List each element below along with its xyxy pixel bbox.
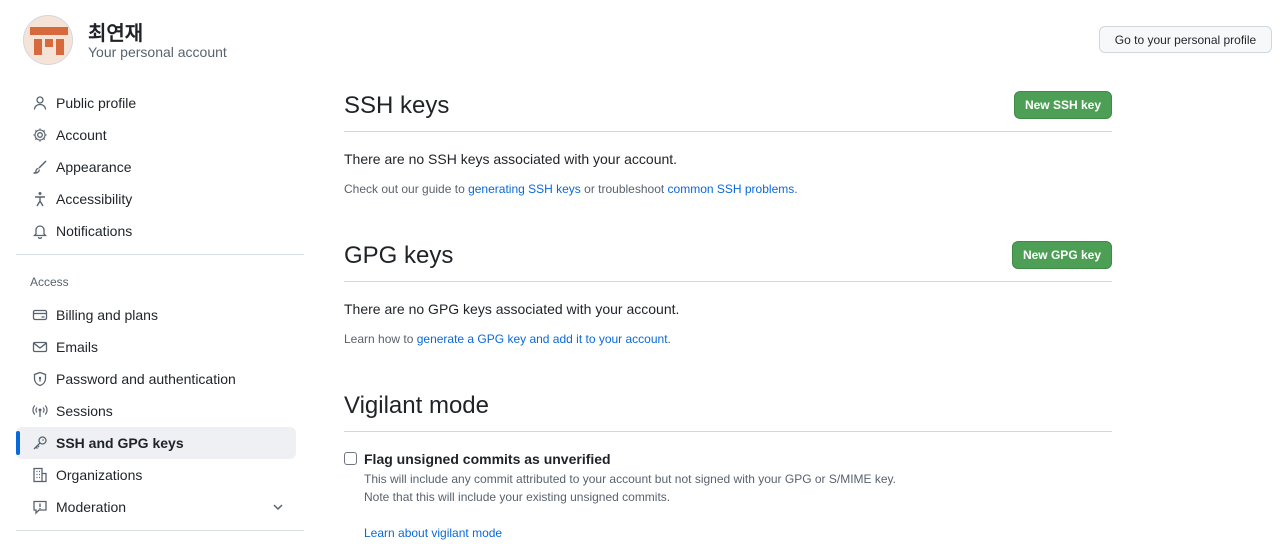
vigilant-note-line-1: This will include any commit attributed … <box>364 472 897 486</box>
person-icon <box>32 95 48 111</box>
sidebar-item-label: Emails <box>56 339 99 355</box>
vigilant-mode-heading: Vigilant mode <box>344 392 489 419</box>
gpg-keys-heading: GPG keys <box>344 242 454 269</box>
ssh-help-middle: or troubleshoot <box>580 182 668 196</box>
sidebar-divider <box>16 530 304 531</box>
gpg-help-suffix: . <box>667 332 671 346</box>
sidebar-item-label: Notifications <box>56 223 133 239</box>
avatar-identicon <box>24 16 72 64</box>
sidebar-item-label: Appearance <box>56 159 132 175</box>
sidebar-item-appearance[interactable]: Appearance <box>16 151 296 183</box>
key-icon <box>32 435 48 451</box>
ssh-keys-heading: SSH keys <box>344 92 450 119</box>
account-subtitle: Your personal account <box>88 44 227 60</box>
chevron-down-icon[interactable] <box>270 499 286 515</box>
paintbrush-icon <box>32 159 48 175</box>
bell-icon <box>32 223 48 239</box>
sidebar-item-label: Account <box>56 127 107 143</box>
sidebar-divider <box>16 254 304 255</box>
go-to-profile-button[interactable]: Go to your personal profile <box>1099 26 1272 53</box>
broadcast-icon <box>32 403 48 419</box>
sidebar-item-ssh-gpg-keys[interactable]: SSH and GPG keys <box>16 427 296 459</box>
section-divider <box>344 431 1112 432</box>
sidebar-item-emails[interactable]: Emails <box>16 331 296 363</box>
sidebar-item-label: Moderation <box>56 499 127 515</box>
sidebar-item-label: Public profile <box>56 95 137 111</box>
ssh-help-prefix: Check out our guide to <box>344 182 469 196</box>
new-gpg-key-button[interactable]: New GPG key <box>1012 241 1112 269</box>
report-icon <box>32 499 48 515</box>
ssh-help-text: Check out our guide to generating SSH ke… <box>344 182 798 196</box>
new-ssh-key-button[interactable]: New SSH key <box>1014 91 1112 119</box>
sidebar-item-moderation[interactable]: Moderation <box>16 491 296 523</box>
mail-icon <box>32 339 48 355</box>
sidebar-item-sessions[interactable]: Sessions <box>16 395 296 427</box>
sidebar-item-label: Sessions <box>56 403 113 419</box>
section-divider <box>344 281 1112 282</box>
common-ssh-problems-link[interactable]: common SSH problems <box>668 182 795 196</box>
ssh-help-suffix: . <box>794 182 798 196</box>
vigilant-note-line-2: Note that this will include your existin… <box>364 490 671 504</box>
sidebar-item-notifications[interactable]: Notifications <box>16 215 296 247</box>
generate-gpg-key-link[interactable]: generate a GPG key and add it to your ac… <box>417 332 668 346</box>
generating-ssh-keys-link[interactable]: generating SSH keys <box>468 182 581 196</box>
accessibility-icon <box>32 191 48 207</box>
sidebar-item-label: Accessibility <box>56 191 133 207</box>
ssh-empty-message: There are no SSH keys associated with yo… <box>344 151 678 167</box>
avatar[interactable] <box>23 15 73 65</box>
sidebar-item-account[interactable]: Account <box>16 119 296 151</box>
sidebar-item-organizations[interactable]: Organizations <box>16 459 296 491</box>
credit-card-icon <box>32 307 48 323</box>
learn-vigilant-mode-link[interactable]: Learn about vigilant mode <box>364 526 502 540</box>
organization-icon <box>32 467 48 483</box>
sidebar-item-label: Password and authentication <box>56 371 236 387</box>
sidebar-item-billing[interactable]: Billing and plans <box>16 299 296 331</box>
account-name: 최연재 <box>88 23 144 45</box>
gear-icon <box>32 127 48 143</box>
sidebar-item-accessibility[interactable]: Accessibility <box>16 183 296 215</box>
gpg-help-text: Learn how to generate a GPG key and add … <box>344 332 671 346</box>
section-divider <box>344 131 1112 132</box>
sidebar-item-password[interactable]: Password and authentication <box>16 363 296 395</box>
gpg-empty-message: There are no GPG keys associated with yo… <box>344 301 680 317</box>
flag-unsigned-commits-label[interactable]: Flag unsigned commits as unverified <box>364 451 611 467</box>
gpg-help-prefix: Learn how to <box>344 332 417 346</box>
sidebar-item-public-profile[interactable]: Public profile <box>16 87 296 119</box>
sidebar-group-heading: Access <box>30 275 69 289</box>
sidebar-item-label: SSH and GPG keys <box>56 435 184 451</box>
sidebar-item-label: Billing and plans <box>56 307 158 323</box>
flag-unsigned-commits-checkbox[interactable] <box>344 452 357 465</box>
sidebar-item-label: Organizations <box>56 467 143 483</box>
shield-lock-icon <box>32 371 48 387</box>
